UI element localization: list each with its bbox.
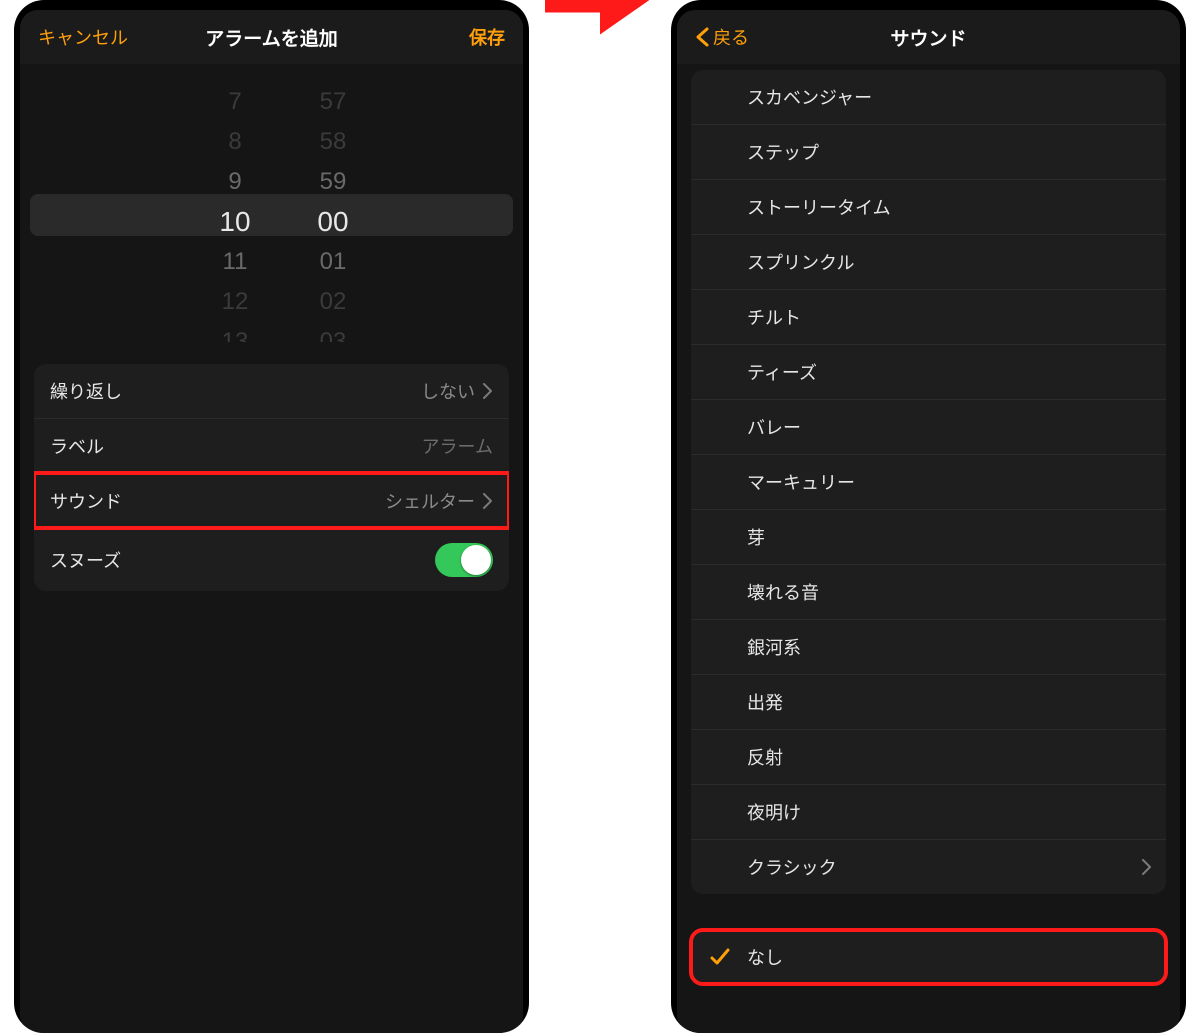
sound-option[interactable]: スプリンクル bbox=[691, 234, 1166, 289]
save-button[interactable]: 保存 bbox=[469, 10, 505, 64]
label-label: ラベル bbox=[50, 433, 104, 459]
cancel-button[interactable]: キャンセル bbox=[38, 10, 128, 64]
sound-option[interactable]: ストーリータイム bbox=[691, 179, 1166, 234]
chevron-right-icon bbox=[483, 493, 493, 509]
sound-option[interactable]: 銀河系 bbox=[691, 619, 1166, 674]
nav-bar: 戻る サウンド bbox=[677, 10, 1180, 64]
picker-row: 7 bbox=[228, 82, 241, 122]
sound-option[interactable]: 芽 bbox=[691, 509, 1166, 564]
nav-title: アラームを追加 bbox=[205, 24, 337, 51]
minute-column[interactable]: 57 58 59 00 01 02 03 bbox=[288, 82, 378, 342]
label-value: アラーム bbox=[422, 433, 493, 459]
sound-option-label: 夜明け bbox=[747, 799, 801, 825]
sound-option[interactable]: 壊れる音 bbox=[691, 564, 1166, 619]
sound-option[interactable]: 反射 bbox=[691, 729, 1166, 784]
sound-option-label: 銀河系 bbox=[747, 634, 801, 660]
sound-option-label: ステップ bbox=[747, 139, 819, 165]
none-group: なし bbox=[691, 930, 1166, 984]
phone-right: 戻る サウンド スカベンジャー ステップ ストーリータイム スプリンクル チルト… bbox=[671, 0, 1186, 1033]
phone-left: キャンセル アラームを追加 保存 7 8 9 10 11 12 13 57 58 bbox=[14, 0, 529, 1033]
sound-label: サウンド bbox=[50, 488, 122, 514]
none-label: なし bbox=[747, 944, 783, 970]
picker-row: 8 bbox=[228, 122, 241, 162]
nav-bar: キャンセル アラームを追加 保存 bbox=[20, 10, 523, 64]
sound-option-label: スカベンジャー bbox=[747, 84, 872, 110]
picker-row: 11 bbox=[223, 242, 248, 282]
none-row[interactable]: なし bbox=[691, 930, 1166, 984]
sound-value: シェルター bbox=[385, 488, 493, 514]
chevron-right-icon bbox=[483, 383, 493, 399]
sound-option[interactable]: バレー bbox=[691, 399, 1166, 454]
sound-option-label: チルト bbox=[747, 304, 801, 330]
picker-row: 13 bbox=[222, 322, 249, 342]
back-button[interactable]: 戻る bbox=[695, 10, 749, 64]
settings-group: 繰り返し しない ラベル アラーム サウンド シェルター bbox=[34, 364, 509, 591]
sound-option-label: マーキュリー bbox=[747, 469, 855, 495]
classic-row[interactable]: クラシック bbox=[691, 839, 1166, 894]
snooze-toggle[interactable] bbox=[435, 543, 493, 577]
classic-label: クラシック bbox=[747, 854, 837, 880]
snooze-label: スヌーズ bbox=[50, 547, 121, 573]
chevron-left-icon bbox=[695, 27, 709, 47]
sound-option[interactable]: ティーズ bbox=[691, 344, 1166, 399]
sound-option-label: バレー bbox=[747, 414, 801, 440]
sound-option-label: 芽 bbox=[747, 524, 765, 550]
sound-option-label: ティーズ bbox=[747, 359, 817, 385]
sound-list-modal: 戻る サウンド スカベンジャー ステップ ストーリータイム スプリンクル チルト… bbox=[677, 10, 1180, 1033]
repeat-value: しない bbox=[421, 378, 493, 404]
sound-option-label: 反射 bbox=[747, 744, 783, 770]
sound-row[interactable]: サウンド シェルター bbox=[34, 473, 509, 528]
sound-option-label: ストーリータイム bbox=[747, 194, 891, 220]
picker-row: 02 bbox=[320, 282, 347, 322]
arrow-right-icon bbox=[545, 0, 655, 48]
snooze-row: スヌーズ bbox=[34, 528, 509, 591]
sound-option[interactable]: 夜明け bbox=[691, 784, 1166, 839]
sound-option[interactable]: マーキュリー bbox=[691, 454, 1166, 509]
sound-list: スカベンジャー ステップ ストーリータイム スプリンクル チルト ティーズ バレ… bbox=[691, 70, 1166, 894]
nav-title: サウンド bbox=[890, 24, 966, 51]
repeat-row[interactable]: 繰り返し しない bbox=[34, 364, 509, 418]
picker-row: 12 bbox=[222, 282, 249, 322]
time-picker[interactable]: 7 8 9 10 11 12 13 57 58 59 00 01 02 03 bbox=[20, 82, 523, 342]
sound-option[interactable]: 出発 bbox=[691, 674, 1166, 729]
picker-row: 03 bbox=[320, 322, 347, 342]
repeat-label: 繰り返し bbox=[50, 378, 122, 404]
hour-column[interactable]: 7 8 9 10 11 12 13 bbox=[190, 82, 280, 342]
sound-option[interactable]: ステップ bbox=[691, 124, 1166, 179]
sound-option-label: 出発 bbox=[747, 689, 783, 715]
picker-row: 01 bbox=[320, 242, 347, 282]
checkmark-icon bbox=[709, 946, 731, 968]
label-row[interactable]: ラベル アラーム bbox=[34, 418, 509, 473]
picker-row: 57 bbox=[320, 82, 347, 122]
sound-option-label: 壊れる音 bbox=[747, 579, 819, 605]
chevron-right-icon bbox=[1142, 859, 1152, 875]
picker-row: 9 bbox=[228, 162, 241, 202]
picker-row-selected: 00 bbox=[317, 202, 348, 242]
picker-row-selected: 10 bbox=[219, 202, 250, 242]
sound-option[interactable]: スカベンジャー bbox=[691, 70, 1166, 124]
picker-row: 59 bbox=[320, 162, 347, 202]
picker-row: 58 bbox=[320, 122, 347, 162]
add-alarm-modal: キャンセル アラームを追加 保存 7 8 9 10 11 12 13 57 58 bbox=[20, 10, 523, 1033]
sound-option[interactable]: チルト bbox=[691, 289, 1166, 344]
sound-option-label: スプリンクル bbox=[747, 249, 854, 275]
